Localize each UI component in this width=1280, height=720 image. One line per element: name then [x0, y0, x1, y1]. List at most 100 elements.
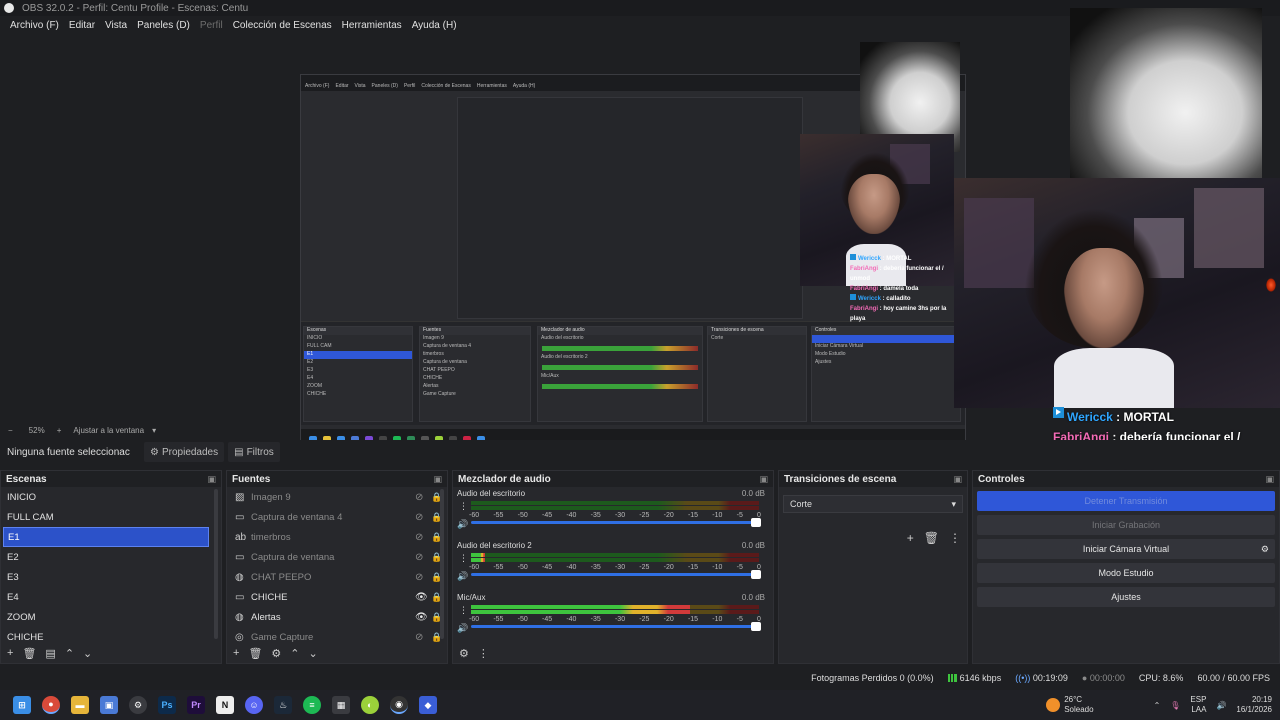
eye-icon[interactable]: 👁: [415, 592, 431, 603]
scene-item[interactable]: INICIO: [1, 487, 221, 507]
eye-icon[interactable]: 👁: [415, 612, 431, 623]
menu-item-2[interactable]: Vista: [100, 20, 132, 31]
menu-item-7[interactable]: Ayuda (H): [407, 20, 462, 31]
volume-slider[interactable]: [471, 622, 761, 631]
app-blue-icon[interactable]: ◆: [419, 696, 437, 714]
calculator-icon[interactable]: ▦: [332, 696, 350, 714]
eye-off-icon[interactable]: ⊘: [415, 572, 431, 583]
obs-icon[interactable]: ◉: [390, 696, 408, 714]
eye-off-icon[interactable]: ⊘: [415, 512, 431, 523]
chevron-down-icon[interactable]: ⌄: [309, 647, 318, 660]
menu-item-1[interactable]: Editar: [64, 20, 100, 31]
notion-icon[interactable]: N: [216, 696, 234, 714]
source-item[interactable]: ▭ CHICHE 👁 🔒: [227, 587, 447, 607]
source-item[interactable]: ▭ Captura de ventana ⊘ 🔒: [227, 547, 447, 567]
menu-item-0[interactable]: Archivo (F): [5, 20, 64, 31]
lock-icon[interactable]: 🔒: [431, 612, 447, 623]
source-item[interactable]: ◍ CHAT PEEPO ⊘ 🔒: [227, 567, 447, 587]
microphone-icon[interactable]: 🎙: [1170, 701, 1180, 710]
add-icon[interactable]: +: [907, 531, 914, 545]
scene-item[interactable]: E4: [1, 587, 221, 607]
photoshop-icon[interactable]: Ps: [158, 696, 176, 714]
sources-scrollbar[interactable]: [440, 489, 444, 639]
studio-mode-button[interactable]: Modo Estudio: [977, 563, 1275, 583]
more-icon[interactable]: ⋮: [949, 531, 961, 545]
discord-icon[interactable]: ☺: [245, 696, 263, 714]
scene-item[interactable]: FULL CAM: [1, 507, 221, 527]
chevron-up-icon[interactable]: ⌃: [1154, 701, 1161, 710]
chevron-down-icon[interactable]: ▾: [152, 426, 156, 435]
zoom-in-button[interactable]: +: [57, 426, 62, 435]
app-green-icon[interactable]: ◐: [361, 696, 379, 714]
trash-icon[interactable]: 🗑: [924, 531, 939, 545]
settings-app-icon[interactable]: ⚙: [129, 696, 147, 714]
scene-item[interactable]: E2: [1, 547, 221, 567]
fit-to-window-label[interactable]: Ajustar a la ventana: [73, 426, 144, 435]
scene-item[interactable]: ZOOM: [1, 607, 221, 627]
spotify-icon[interactable]: ≡: [303, 696, 321, 714]
gear-icon[interactable]: ⚙: [271, 647, 281, 660]
photos-icon[interactable]: ▣: [100, 696, 118, 714]
stop-stream-button[interactable]: Detener Transmisión: [977, 491, 1275, 511]
settings-button[interactable]: Ajustes: [977, 587, 1275, 607]
gear-icon[interactable]: ⚙: [1261, 544, 1269, 555]
source-item[interactable]: ▭ Captura de ventana 4 ⊘ 🔒: [227, 507, 447, 527]
preview-area[interactable]: Archivo (F) Editar Vista Paneles (D) Perfil C…: [0, 8, 1280, 452]
start-recording-button[interactable]: Iniciar Grabación: [977, 515, 1275, 535]
steam-icon[interactable]: ♨: [274, 696, 292, 714]
lock-icon[interactable]: 🔒: [431, 532, 447, 543]
add-icon[interactable]: +: [233, 647, 239, 659]
scenes-scrollbar[interactable]: [214, 489, 218, 639]
eye-off-icon[interactable]: ⊘: [415, 632, 431, 643]
channel-menu-icon[interactable]: ⋮: [459, 553, 468, 564]
menu-item-6[interactable]: Herramientas: [337, 20, 407, 31]
lock-icon[interactable]: 🔒: [431, 592, 447, 603]
channel-menu-icon[interactable]: ⋮: [459, 501, 468, 512]
premiere-icon[interactable]: Pr: [187, 696, 205, 714]
menu-item-5[interactable]: Colección de Escenas: [228, 20, 337, 31]
weather-widget[interactable]: 26°C Soleado: [1046, 695, 1094, 715]
trash-icon[interactable]: 🗑: [248, 647, 262, 660]
source-item[interactable]: ab timerbros ⊘ 🔒: [227, 527, 447, 547]
file-explorer-icon[interactable]: ▬: [71, 696, 89, 714]
lock-icon[interactable]: 🔒: [431, 552, 447, 563]
slider-knob[interactable]: [751, 518, 761, 527]
chevron-up-icon[interactable]: ⌃: [290, 647, 299, 660]
chevron-up-icon[interactable]: ⌃: [65, 647, 74, 660]
properties-button[interactable]: ⚙ Propiedades: [144, 442, 225, 462]
chrome-icon[interactable]: ●: [42, 696, 60, 714]
filter-icon[interactable]: ▤: [45, 647, 55, 660]
menu-item-4[interactable]: Perfil: [195, 20, 228, 31]
eye-off-icon[interactable]: ⊘: [415, 492, 431, 503]
source-item[interactable]: ◍ Alertas 👁 🔒: [227, 607, 447, 627]
volume-slider[interactable]: [471, 518, 761, 527]
lock-icon[interactable]: 🔒: [431, 632, 447, 643]
speaker-icon[interactable]: 🔊: [457, 519, 468, 530]
windows-start-icon[interactable]: ⊞: [13, 696, 31, 714]
eye-off-icon[interactable]: ⊘: [415, 552, 431, 563]
zoom-out-button[interactable]: −: [8, 426, 13, 435]
speaker-icon[interactable]: 🔊: [457, 623, 468, 634]
gear-icon[interactable]: ⚙: [459, 647, 469, 660]
clock[interactable]: 20:19 16/1/2026: [1236, 695, 1272, 715]
lock-icon[interactable]: 🔒: [431, 492, 447, 503]
speaker-icon[interactable]: 🔊: [457, 571, 468, 582]
virtual-camera-button[interactable]: Iniciar Cámara Virtual ⚙: [977, 539, 1275, 559]
scene-item[interactable]: E3: [1, 567, 221, 587]
transition-select[interactable]: Corte ▾: [783, 495, 963, 513]
more-icon[interactable]: ⋮: [478, 647, 489, 660]
lock-icon[interactable]: 🔒: [431, 512, 447, 523]
volume-slider[interactable]: [471, 570, 761, 579]
lock-icon[interactable]: 🔒: [431, 572, 447, 583]
dock-menu-icon[interactable]: ▣: [207, 474, 216, 485]
menu-item-3[interactable]: Paneles (D): [132, 20, 195, 31]
chevron-down-icon[interactable]: ⌄: [83, 647, 92, 660]
dock-menu-icon[interactable]: ▣: [953, 474, 962, 485]
eye-off-icon[interactable]: ⊘: [415, 532, 431, 543]
language-indicator[interactable]: ESP LAA: [1190, 695, 1206, 715]
dock-menu-icon[interactable]: ▣: [433, 474, 442, 485]
trash-icon[interactable]: 🗑: [22, 647, 36, 660]
dock-menu-icon[interactable]: ▣: [759, 474, 768, 485]
dock-menu-icon[interactable]: ▣: [1265, 474, 1274, 485]
slider-knob[interactable]: [751, 570, 761, 579]
